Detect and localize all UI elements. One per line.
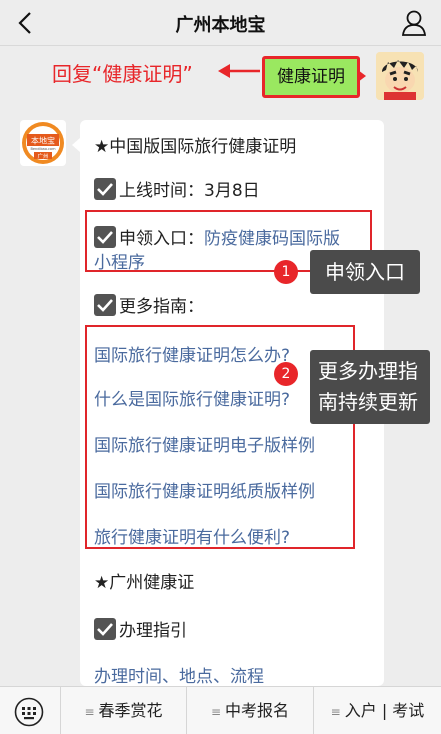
svg-text:广州: 广州 bbox=[37, 152, 48, 160]
checkbox-icon bbox=[94, 294, 116, 316]
arrow-left-icon bbox=[218, 64, 260, 78]
user-message-text: 健康证明 bbox=[277, 67, 345, 87]
reply-hint-annotation: 回复“健康证明” bbox=[52, 62, 193, 86]
bendibao-logo-icon: 本地宝 Bendibao.com 广州 bbox=[22, 122, 64, 164]
section-title-gz-health-cert: ★广州健康证 bbox=[94, 573, 195, 593]
online-time-text: 上线时间：3月8日 bbox=[119, 181, 260, 201]
menu-item-label: 入户 | 考试 bbox=[344, 701, 425, 720]
user-message-bubble: 健康证明 bbox=[262, 56, 360, 98]
menu-item-hukou-exam[interactable]: ≡ 入户 | 考试 bbox=[314, 687, 441, 734]
process-guide-row: 办理指引 bbox=[94, 616, 187, 641]
callout-line: 更多办理指 bbox=[318, 359, 418, 383]
checkbox-icon bbox=[94, 618, 116, 640]
svg-text:Bendibao.com: Bendibao.com bbox=[30, 147, 56, 151]
menu-item-exam-registration[interactable]: ≡ 中考报名 bbox=[187, 687, 313, 734]
menu-item-spring-flowers[interactable]: ≡ 春季赏花 bbox=[61, 687, 186, 734]
checkbox-icon bbox=[94, 178, 116, 200]
menu-lines-icon: ≡ bbox=[84, 705, 95, 719]
page-title: 广州本地宝 bbox=[175, 15, 266, 36]
menu-item-label: 春季赏花 bbox=[98, 701, 163, 720]
callout-more-guides: 更多办理指 南持续更新 bbox=[310, 350, 430, 424]
menu-lines-icon: ≡ bbox=[210, 705, 222, 719]
number-badge: 1 bbox=[274, 260, 298, 284]
more-guides-row: 更多指南： bbox=[94, 292, 204, 317]
number-badge: 2 bbox=[274, 362, 298, 386]
message-tail bbox=[72, 138, 80, 152]
bottom-menu-bar: ≡ 春季赏花 ≡ 中考报名 ≡ 入户 | 考试 bbox=[0, 686, 441, 734]
user-avatar[interactable] bbox=[376, 52, 424, 100]
bubble-tail bbox=[358, 70, 366, 82]
cartoon-avatar-icon bbox=[376, 52, 424, 100]
person-icon[interactable] bbox=[401, 9, 427, 37]
callout-apply-entry: 申领入口 bbox=[310, 250, 420, 294]
top-bar: 广州本地宝 bbox=[0, 0, 441, 46]
keyboard-icon[interactable] bbox=[14, 697, 44, 727]
callout-line: 南持续更新 bbox=[318, 390, 418, 414]
process-guide-label: 办理指引 bbox=[119, 621, 187, 641]
process-link[interactable]: 办理时间、地点、流程 bbox=[94, 662, 264, 686]
section-title-intl-health-cert: ★中国版国际旅行健康证明 bbox=[94, 137, 297, 157]
svg-text:本地宝: 本地宝 bbox=[31, 136, 55, 146]
more-guides-label: 更多指南： bbox=[119, 297, 204, 317]
menu-lines-icon: ≡ bbox=[330, 705, 341, 719]
menu-item-label: 中考报名 bbox=[225, 701, 290, 720]
online-time-row: 上线时间：3月8日 bbox=[94, 176, 260, 201]
bot-avatar[interactable]: 本地宝 Bendibao.com 广州 bbox=[20, 120, 66, 166]
